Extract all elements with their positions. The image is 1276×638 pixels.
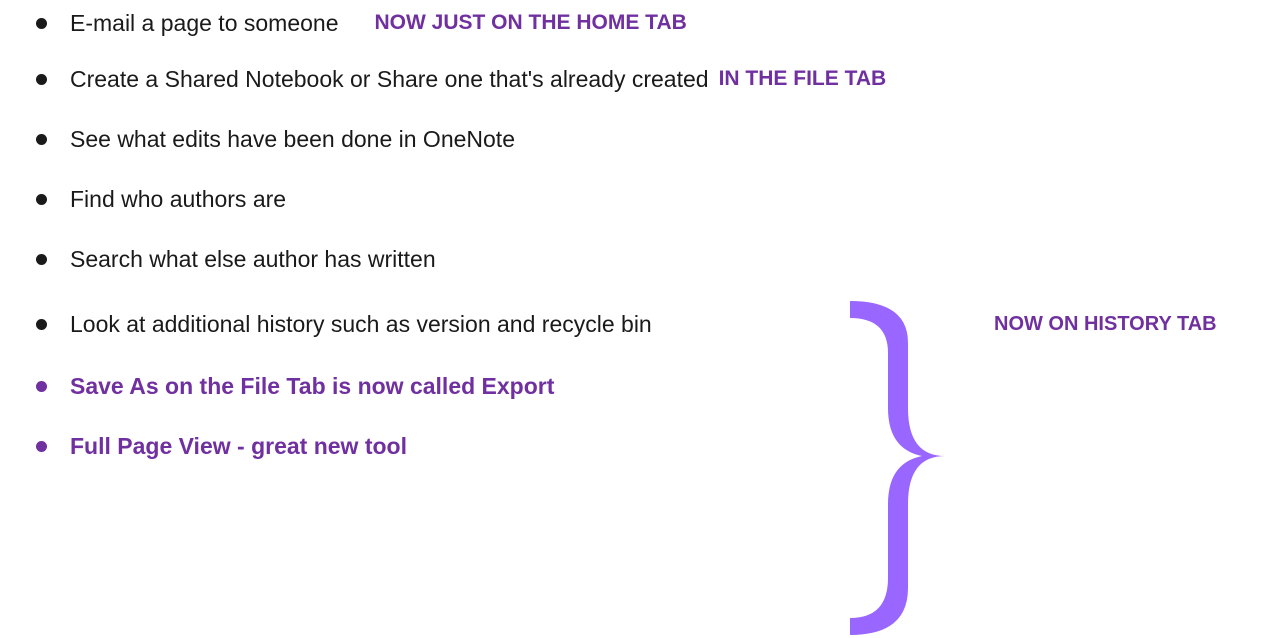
- item-text: E-mail a page to someone: [70, 9, 339, 36]
- list-item: E-mail a page to someone NOW JUST ON THE…: [36, 5, 687, 41]
- brace-shape: [850, 301, 945, 635]
- item-text: Save As on the File Tab is now called Ex…: [70, 372, 555, 399]
- item-text: See what edits have been done in OneNote: [70, 125, 515, 152]
- list-item: Create a Shared Notebook or Share one th…: [36, 61, 886, 97]
- item-text: Full Page View - great new tool: [70, 432, 407, 459]
- bullet-icon: [36, 193, 47, 205]
- slide: E-mail a page to someone NOW JUST ON THE…: [0, 0, 1276, 635]
- bullet-icon: [36, 318, 47, 330]
- bullet-icon: [36, 17, 47, 29]
- file-tab-note: IN THE FILE TAB: [718, 67, 887, 90]
- bullet-icon: [36, 253, 47, 265]
- home-tab-note: NOW JUST ON THE HOME TAB: [374, 11, 687, 34]
- list-item: Look at additional history such as versi…: [36, 306, 652, 342]
- history-tab-note: NOW ON HISTORY TAB: [994, 313, 1217, 335]
- item-text: Look at additional history such as versi…: [70, 310, 652, 337]
- bullet-icon: [36, 380, 47, 392]
- list-item-highlighted: Save As on the File Tab is now called Ex…: [36, 368, 554, 404]
- list-item: Find who authors are: [36, 181, 286, 217]
- bullet-icon: [36, 133, 47, 145]
- list-item-highlighted: Full Page View - great new tool: [36, 428, 407, 464]
- item-text: Search what else author has written: [70, 245, 436, 272]
- bullet-icon: [36, 440, 47, 452]
- item-text: Find who authors are: [70, 185, 287, 212]
- curly-brace-icon: [850, 301, 945, 635]
- list-item: See what edits have been done in OneNote: [36, 121, 515, 157]
- list-item: Search what else author has written: [36, 241, 436, 277]
- item-text: Create a Shared Notebook or Share one th…: [70, 65, 709, 92]
- bullet-icon: [36, 73, 47, 85]
